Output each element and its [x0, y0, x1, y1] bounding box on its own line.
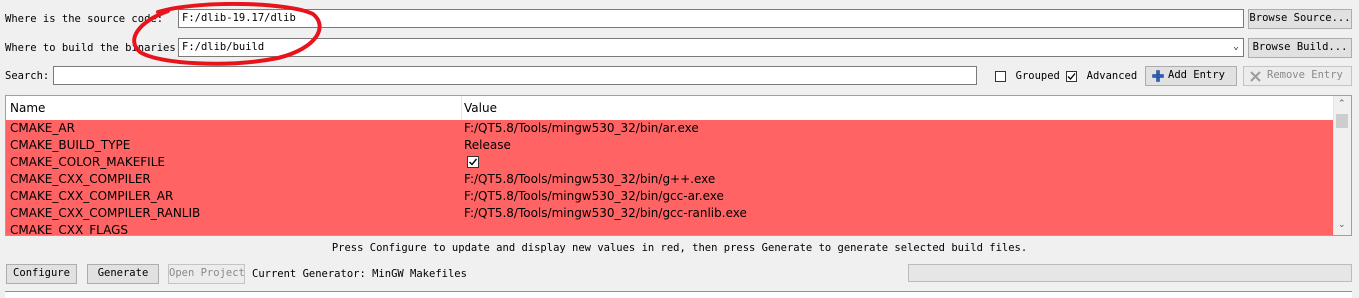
remove-entry-label: Remove Entry [1267, 69, 1343, 81]
table-row[interactable]: CMAKE_CXX_FLAGS [6, 222, 1335, 236]
cache-entry-value[interactable]: Release [464, 137, 511, 154]
current-generator-text: Current Generator: MinGW Makefiles [252, 268, 467, 280]
cache-entry-name: CMAKE_CXX_COMPILER_AR [10, 189, 174, 203]
vertical-scrollbar[interactable]: ⌃ ⌄ [1333, 96, 1351, 235]
table-row[interactable]: CMAKE_CXX_COMPILER_RANLIB F:/QT5.8/Tools/… [6, 205, 1335, 222]
browse-build-button[interactable]: Browse Build... [1248, 38, 1352, 58]
source-label: Where is the source code: [5, 13, 164, 25]
open-project-button[interactable]: Open Project [168, 264, 245, 284]
add-entry-button[interactable]: Add Entry [1145, 66, 1237, 86]
advanced-checkbox[interactable]: Advanced [1066, 69, 1137, 83]
cache-entry-name: CMAKE_CXX_FLAGS [10, 223, 128, 236]
table-row[interactable]: CMAKE_AR F:/QT5.8/Tools/mingw530_32/bin/a… [6, 120, 1335, 137]
grouped-checkbox-box[interactable] [995, 70, 1006, 82]
checkmark-icon [1067, 72, 1076, 80]
checkmark-icon [469, 158, 478, 166]
cache-entry-value[interactable]: F:/QT5.8/Tools/mingw530_32/bin/ar.exe [464, 120, 699, 137]
column-header-name[interactable]: Name [10, 96, 45, 120]
column-divider [461, 96, 462, 120]
advanced-checkbox-box[interactable] [1066, 70, 1077, 82]
table-row[interactable]: CMAKE_COLOR_MAKEFILE [6, 154, 1335, 171]
cache-entry-name: CMAKE_CXX_COMPILER_RANLIB [10, 206, 201, 220]
add-entry-label: Add Entry [1168, 69, 1225, 81]
remove-entry-button[interactable]: Remove Entry [1243, 66, 1352, 86]
build-path-value: F:/dlib/build [182, 41, 265, 53]
scroll-up-icon[interactable]: ⌃ [1338, 99, 1346, 109]
table-header: Name Value [6, 96, 1335, 121]
scroll-down-icon[interactable]: ⌄ [1338, 220, 1346, 230]
search-label: Search: [5, 70, 50, 82]
status-message: Press Configure to update and display ne… [331, 242, 1028, 254]
table-row[interactable]: CMAKE_CXX_COMPILER_AR F:/QT5.8/Tools/ming… [6, 188, 1335, 205]
cache-entry-value[interactable]: F:/QT5.8/Tools/mingw530_32/bin/g++.exe [464, 171, 715, 188]
table-row[interactable]: CMAKE_CXX_COMPILER F:/QT5.8/Tools/mingw53… [6, 171, 1335, 188]
build-path-combobox[interactable]: F:/dlib/build ⌄ [178, 38, 1244, 57]
configure-button[interactable]: Configure [6, 264, 77, 284]
plus-icon [1152, 70, 1164, 82]
progress-bar [908, 264, 1352, 282]
chevron-down-icon[interactable]: ⌄ [1233, 39, 1239, 55]
column-header-value[interactable]: Value [464, 96, 497, 120]
cache-entry-name: CMAKE_AR [10, 121, 75, 135]
search-input[interactable] [53, 66, 977, 85]
remove-icon [1250, 71, 1261, 82]
scrollbar-thumb[interactable] [1336, 114, 1348, 128]
cache-entry-name: CMAKE_BUILD_TYPE [10, 138, 131, 152]
cache-entry-value[interactable]: F:/QT5.8/Tools/mingw530_32/bin/gcc-ar.ex… [464, 188, 724, 205]
cache-entry-name: CMAKE_CXX_COMPILER [10, 172, 151, 186]
table-row[interactable]: CMAKE_BUILD_TYPE Release [6, 137, 1335, 154]
advanced-label: Advanced [1086, 70, 1138, 82]
cache-entry-name: CMAKE_COLOR_MAKEFILE [10, 155, 165, 169]
cache-entry-value[interactable]: F:/QT5.8/Tools/mingw530_32/bin/gcc-ranli… [464, 205, 747, 222]
build-label: Where to build the binaries: [5, 42, 183, 54]
grouped-label: Grouped [1015, 70, 1060, 82]
cache-table: Name Value CMAKE_AR F:/QT5.8/Tools/mingw5… [5, 95, 1352, 236]
grouped-checkbox[interactable]: Grouped [995, 69, 1060, 83]
table-body: CMAKE_AR F:/QT5.8/Tools/mingw530_32/bin/a… [6, 120, 1335, 236]
source-path-input[interactable]: F:/dlib-19.17/dlib [178, 9, 1244, 28]
browse-source-button[interactable]: Browse Source... [1248, 9, 1352, 29]
checkbox-box[interactable] [467, 156, 479, 168]
generate-button[interactable]: Generate [87, 264, 159, 284]
